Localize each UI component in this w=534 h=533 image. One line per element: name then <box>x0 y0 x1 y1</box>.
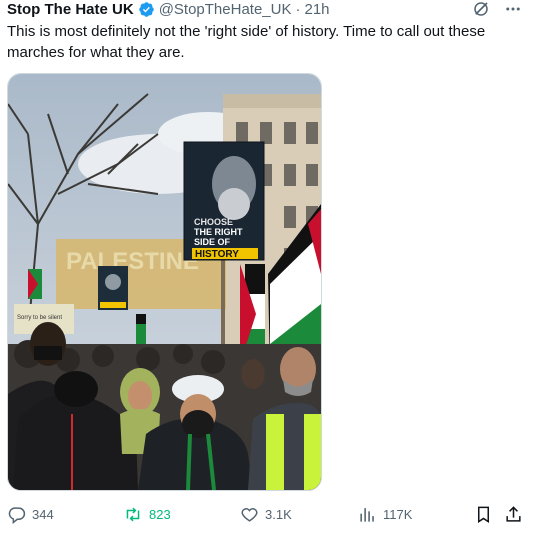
banner-text: PALESTINE <box>66 248 199 275</box>
share-button[interactable] <box>504 502 529 526</box>
sign-line-1: CHOOSE <box>194 217 233 227</box>
retweet-icon <box>126 507 140 521</box>
sign-line-4: HISTORY <box>195 249 239 260</box>
more-options-icon[interactable] <box>504 0 522 18</box>
retweet-button[interactable]: 823 <box>123 502 171 526</box>
sign-line-3: SIDE OF <box>194 237 231 247</box>
small-sign-text: Sorry to be silent <box>17 315 62 321</box>
like-button[interactable]: 3.1K <box>240 502 292 526</box>
display-name[interactable]: Stop The Hate UK <box>7 1 134 18</box>
tweet-actions-bar: 344 823 3.1K 117K <box>0 502 534 526</box>
share-icon <box>506 505 521 522</box>
bookmark-button[interactable] <box>474 502 499 526</box>
reply-button[interactable]: 344 <box>7 502 54 526</box>
tweet-text: This is most definitely not the 'right s… <box>7 23 486 61</box>
views-chart-icon <box>360 507 374 522</box>
grok-icon[interactable] <box>472 0 490 18</box>
handle[interactable]: @StopTheHate_UK <box>159 1 292 18</box>
heart-icon <box>241 507 258 522</box>
verified-badge-icon <box>138 1 154 17</box>
reply-count: 344 <box>32 506 54 522</box>
retweet-count: 823 <box>149 506 171 522</box>
reply-icon <box>8 506 26 524</box>
tweet-header: Stop The Hate UK @StopTheHate_UK · 21h <box>7 0 330 18</box>
like-count: 3.1K <box>265 506 292 522</box>
timestamp[interactable]: 21h <box>304 1 329 18</box>
tweet-media-photo[interactable]: PALESTINE Sorry to be silent CHOOSE THE … <box>7 73 322 491</box>
top-right-icons <box>472 0 522 18</box>
bookmark-icon <box>477 506 490 523</box>
view-count: 117K <box>383 506 413 522</box>
separator: · <box>295 0 301 18</box>
sign-line-2: THE RIGHT <box>194 227 243 237</box>
views-button[interactable]: 117K <box>358 502 412 526</box>
